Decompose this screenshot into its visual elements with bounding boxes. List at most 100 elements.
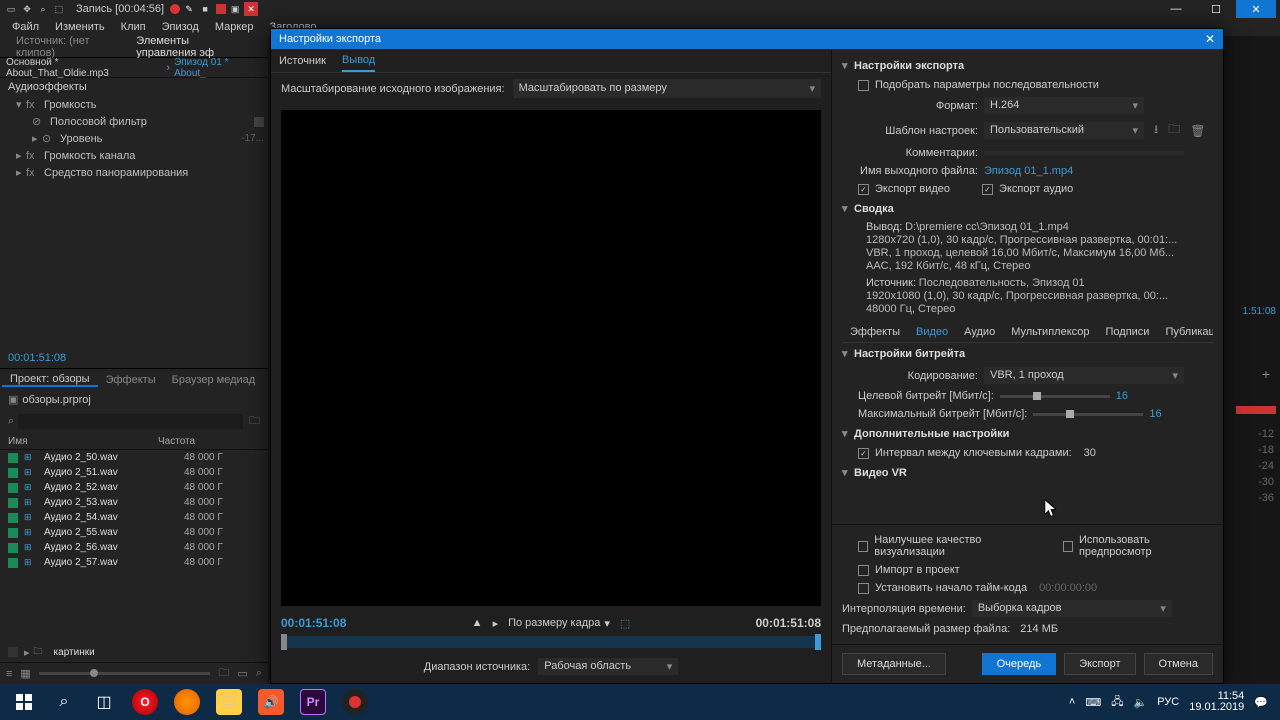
view-thumb-icon[interactable]: ▦ xyxy=(20,667,30,680)
keyframe-value[interactable]: 30 xyxy=(1084,447,1096,459)
source-range-dropdown[interactable]: Рабочая область▾ xyxy=(538,658,678,675)
project-search-input[interactable] xyxy=(18,414,243,429)
taskbar-firefox[interactable] xyxy=(167,686,207,718)
window-maximize-button[interactable]: ☐ xyxy=(1196,0,1236,18)
notifications-icon[interactable]: 💬 xyxy=(1254,696,1268,709)
task-view-button[interactable]: ◫ xyxy=(84,684,124,720)
window-minimize-button[interactable]: — xyxy=(1156,0,1196,18)
taskbar-clock[interactable]: 11:5419.01.2019 xyxy=(1189,691,1244,713)
new-bin-icon[interactable]: 🗀 xyxy=(218,664,229,683)
set-start-tc-checkbox[interactable] xyxy=(858,583,869,594)
project-file-row[interactable]: ⊞Аудио 2_53.wav48 000 Г xyxy=(0,495,268,510)
start-button[interactable] xyxy=(4,684,44,720)
export-video-checkbox[interactable]: ✓ xyxy=(858,184,869,195)
zoom-slider[interactable] xyxy=(39,672,211,675)
tab-effects-controls[interactable]: Элементы управления эф xyxy=(126,35,262,59)
step-button[interactable]: ▸ xyxy=(493,617,499,630)
tab-publish[interactable]: Публикац xyxy=(1157,322,1213,342)
queue-button[interactable]: Очередь xyxy=(982,653,1057,675)
range-out-handle[interactable] xyxy=(815,634,821,650)
export-audio-checkbox[interactable]: ✓ xyxy=(982,184,993,195)
preset-save-icon[interactable]: ⭳ xyxy=(1154,120,1158,141)
project-file-row[interactable]: ⊞Аудио 2_51.wav48 000 Г xyxy=(0,465,268,480)
col-freq[interactable]: Частота xyxy=(158,436,195,447)
tab-output-preview[interactable]: Вывод xyxy=(342,50,375,72)
sequence-link[interactable]: Эпизод 01 * About_ xyxy=(174,57,262,79)
preset-dropdown[interactable]: Пользовательский▾ xyxy=(984,122,1144,139)
taskbar-sound[interactable]: 🔊 xyxy=(251,686,291,718)
project-file-row[interactable]: ⊞Аудио 2_57.wav48 000 Г xyxy=(0,555,268,570)
export-button[interactable]: Экспорт xyxy=(1064,653,1135,675)
timecode-out[interactable]: 00:01:51:08 xyxy=(756,616,821,630)
format-dropdown[interactable]: H.264▾ xyxy=(984,97,1144,114)
time-interpolation-dropdown[interactable]: Выборка кадров▾ xyxy=(972,600,1172,617)
fx-panner[interactable]: ▸fxСредство панорамирования xyxy=(0,164,268,181)
tray-keyboard-icon[interactable]: ⌨ xyxy=(1085,696,1101,709)
dialog-close-button[interactable]: ✕ xyxy=(1205,32,1215,46)
keyframe-icon[interactable] xyxy=(254,117,264,127)
max-bitrate-value[interactable]: 16 xyxy=(1149,408,1161,420)
fit-dropdown[interactable]: По размеру кадра▾ xyxy=(508,617,610,630)
tool-pointer-icon[interactable]: ▭ xyxy=(4,2,18,16)
tray-network-icon[interactable]: 🖧 xyxy=(1111,693,1123,712)
use-preview-checkbox[interactable] xyxy=(1063,541,1073,552)
tab-source-preview[interactable]: Источник xyxy=(279,51,326,71)
search-button[interactable]: ⌕ xyxy=(44,684,84,720)
comments-input[interactable] xyxy=(984,151,1184,155)
fx-level[interactable]: ▸⊙Уровень-17... xyxy=(0,130,268,147)
tool-shape-icon[interactable]: ■ xyxy=(198,2,212,16)
preset-import-icon[interactable]: 🗀 xyxy=(1168,120,1180,141)
project-file-row[interactable]: ⊞Аудио 2_52.wav48 000 Г xyxy=(0,480,268,495)
tool-hand-icon[interactable]: ✥ xyxy=(20,2,34,16)
timecode-mini[interactable]: 00:01:51:08 xyxy=(0,348,268,368)
zoom-in-icon[interactable]: + xyxy=(1262,366,1270,382)
menu-edit[interactable]: Изменить xyxy=(47,21,113,33)
crop-icon[interactable]: ⬚ xyxy=(620,617,630,630)
tab-captions[interactable]: Подписи xyxy=(1098,322,1158,342)
tray-volume-icon[interactable]: 🔈 xyxy=(1134,696,1148,709)
range-slider[interactable] xyxy=(281,636,821,648)
taskbar-opera[interactable]: O xyxy=(125,686,165,718)
tab-source[interactable]: Источник: (нет клипов) xyxy=(6,35,126,59)
tab-media-browser[interactable]: Браузер медиад xyxy=(164,374,264,386)
view-list-icon[interactable]: ≡ xyxy=(6,668,12,680)
menu-file[interactable]: Файл xyxy=(4,21,47,33)
import-project-checkbox[interactable] xyxy=(858,565,869,576)
tab-project[interactable]: Проект: обзоры xyxy=(2,373,98,387)
max-bitrate-slider[interactable] xyxy=(1033,413,1143,416)
tool-zoom-icon[interactable]: ⌕ xyxy=(36,2,50,16)
project-file-row[interactable]: ⊞Аудио 2_56.wav48 000 Г xyxy=(0,540,268,555)
window-close-button[interactable]: ✕ xyxy=(1236,0,1276,18)
project-file-row[interactable]: ⊞Аудио 2_54.wav48 000 Г xyxy=(0,510,268,525)
folder-row[interactable]: ▸🗀картинки xyxy=(0,642,268,662)
tab-effects[interactable]: Эффекты xyxy=(98,374,164,386)
match-sequence-checkbox[interactable] xyxy=(858,80,869,91)
col-name[interactable]: Имя xyxy=(8,436,158,447)
menu-marker[interactable]: Маркер xyxy=(207,21,262,33)
tab-video[interactable]: Видео xyxy=(908,322,956,342)
tool-camera-icon[interactable]: ▣ xyxy=(228,2,242,16)
tray-up-icon[interactable]: ˄ xyxy=(1069,696,1075,708)
project-file-row[interactable]: ⊞Аудио 2_55.wav48 000 Г xyxy=(0,525,268,540)
cancel-button[interactable]: Отмена xyxy=(1144,653,1213,675)
play-button[interactable]: ▲ xyxy=(472,617,483,629)
menu-clip[interactable]: Клип xyxy=(113,21,154,33)
taskbar-premiere[interactable]: Pr xyxy=(293,686,333,718)
menu-sequence[interactable]: Эпизод xyxy=(154,21,207,33)
taskbar-recorder[interactable] xyxy=(335,686,375,718)
range-in-handle[interactable] xyxy=(281,634,287,650)
new-item-icon[interactable]: ▭ xyxy=(237,667,247,680)
fx-volume[interactable]: ▾fxГромкость xyxy=(0,96,268,113)
output-filename-link[interactable]: Эпизод 01_1.mp4 xyxy=(984,165,1073,177)
scale-dropdown[interactable]: Масштабировать по размеру▾ xyxy=(513,79,821,98)
target-bitrate-value[interactable]: 16 xyxy=(1116,390,1128,402)
project-file-row[interactable]: ⊞Аудио 2_50.wav48 000 Г xyxy=(0,450,268,465)
preset-delete-icon[interactable]: 🗑 xyxy=(1190,124,1205,138)
search-icon[interactable]: ⌕ xyxy=(256,667,262,680)
tab-fx[interactable]: Эффекты xyxy=(842,322,908,342)
timecode-in[interactable]: 00:01:51:08 xyxy=(281,616,346,630)
encoding-dropdown[interactable]: VBR, 1 проход▾ xyxy=(984,367,1184,384)
tool-red-icon[interactable] xyxy=(216,4,226,14)
tool-stop-icon[interactable]: ✕ xyxy=(244,2,258,16)
tab-mux[interactable]: Мультиплексор xyxy=(1003,322,1097,342)
